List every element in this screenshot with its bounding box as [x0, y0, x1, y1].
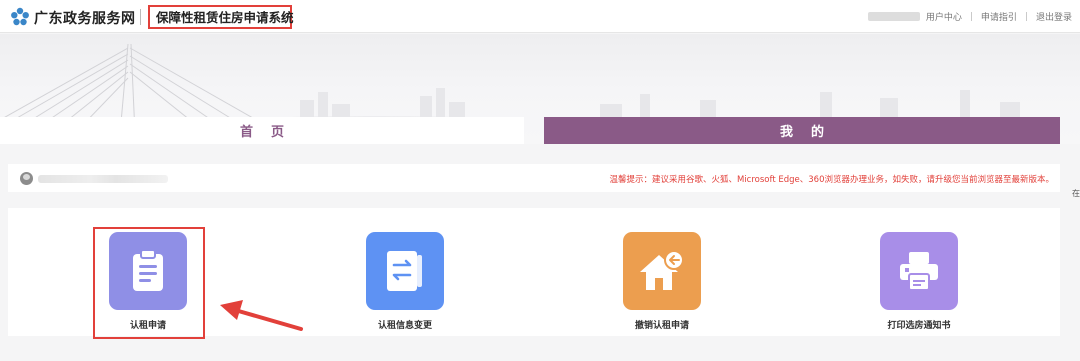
- brand-divider: [140, 9, 141, 25]
- service-rental-info-change[interactable]: 认租信息变更: [345, 232, 465, 332]
- system-title: 保障性租赁住房申请系统: [148, 5, 294, 29]
- link-divider: |: [969, 11, 973, 22]
- avatar: [20, 172, 33, 185]
- tab-mine[interactable]: 我的: [544, 117, 1060, 144]
- user-info-bar: 温馨提示：建议采用谷歌、火狐、Microsoft Edge、360浏览器办理业务…: [8, 164, 1060, 192]
- pointer-arrow-icon: [220, 300, 303, 331]
- user-center-link[interactable]: 用户中心: [926, 10, 962, 23]
- browser-tip: 温馨提示：建议采用谷歌、火狐、Microsoft Edge、360浏览器办理业务…: [609, 175, 1054, 185]
- logout-link[interactable]: 退出登录: [1036, 10, 1072, 23]
- brand-name[interactable]: 广东政务服务网: [34, 8, 136, 28]
- username-redacted: [867, 12, 920, 21]
- tab-home[interactable]: 首页: [0, 117, 524, 144]
- service-tile[interactable]: [366, 232, 444, 310]
- printer-icon: [900, 252, 938, 291]
- user-info-redacted: [38, 175, 168, 183]
- service-label: 打印选房通知书: [887, 321, 951, 331]
- service-label: 撤销认租申请: [634, 321, 689, 331]
- top-header: 广东政务服务网 保障性租赁住房申请系统 用户中心 | 申请指引 | 退出登录: [0, 0, 1080, 33]
- highlight-box: [93, 227, 205, 339]
- link-divider: |: [1024, 11, 1028, 22]
- apply-guide-link[interactable]: 申请指引: [981, 10, 1017, 23]
- service-tile[interactable]: [880, 232, 958, 310]
- cropped-edge-text: 在: [1072, 189, 1080, 198]
- guangdong-logo-icon: [11, 7, 29, 26]
- user-bar: 用户中心 | 申请指引 | 退出登录: [867, 10, 1072, 23]
- service-tile[interactable]: [623, 232, 701, 310]
- service-label: 认租信息变更: [377, 321, 432, 331]
- service-cancel-application[interactable]: 撤销认租申请: [602, 232, 722, 332]
- service-print-notice[interactable]: 打印选房通知书: [859, 232, 979, 332]
- swap-document-icon: [387, 251, 422, 291]
- page: 广东政务服务网 保障性租赁住房申请系统 用户中心 | 申请指引 | 退出登录 首…: [0, 0, 1080, 361]
- house-undo-icon: [640, 250, 684, 290]
